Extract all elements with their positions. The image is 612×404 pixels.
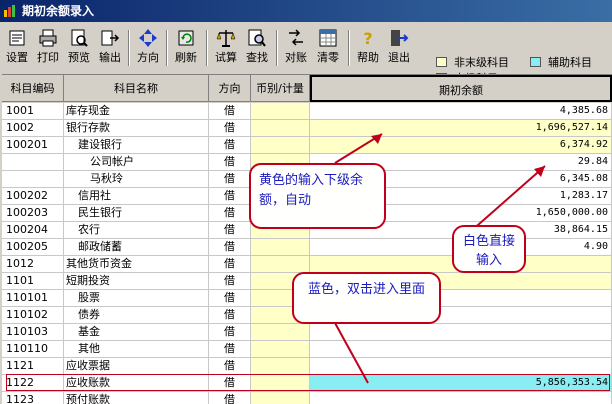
- white-note: 白色直接输入: [452, 225, 526, 273]
- arrow-white: [469, 165, 546, 233]
- yellow-note: 黄色的输入下级余额，自动: [249, 163, 386, 229]
- arrow-blue: [334, 322, 369, 384]
- blue-note: 蓝色，双击进入里面: [292, 272, 441, 324]
